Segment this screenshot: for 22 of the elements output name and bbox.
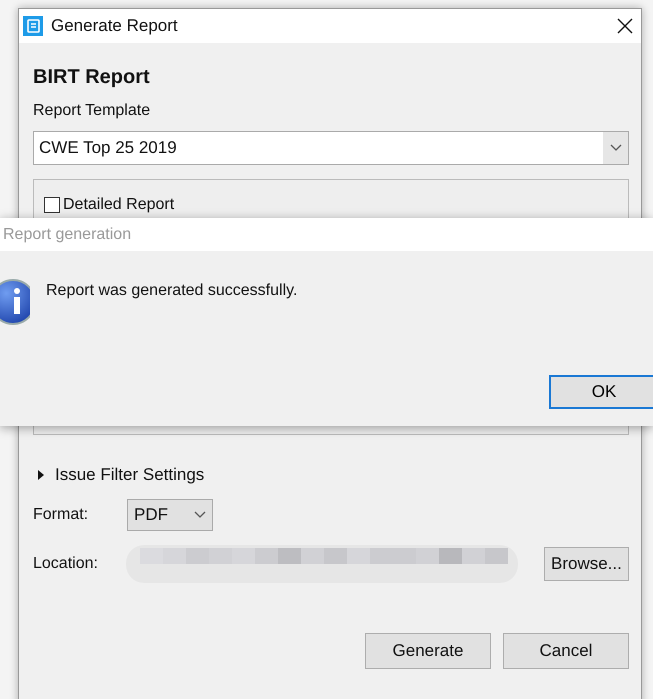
message-text: Report was generated successfully.: [46, 282, 298, 300]
location-label: Location:: [33, 555, 99, 573]
dialog-button[interactable]: Generate: [365, 633, 491, 669]
close-icon[interactable]: [617, 18, 633, 34]
app-icon: [23, 16, 43, 36]
chevron-down-icon: [610, 144, 622, 152]
info-icon: [0, 279, 30, 325]
format-dropdown[interactable]: PDF: [127, 499, 213, 531]
checkbox[interactable]: [44, 197, 60, 213]
format-label: Format:: [33, 506, 90, 524]
template-dropdown[interactable]: CWE Top 25 2019: [33, 131, 629, 165]
browse-button[interactable]: Browse...: [544, 547, 629, 581]
filter-section-toggle[interactable]: Issue Filter Settings: [33, 465, 629, 485]
ok-button[interactable]: OK: [549, 375, 653, 409]
dialog-button[interactable]: Cancel: [503, 633, 629, 669]
checkbox-label: Detailed Report: [63, 196, 174, 214]
section-heading: BIRT Report: [33, 66, 151, 89]
template-label: Report Template: [33, 102, 152, 120]
expand-arrow-icon: [37, 470, 45, 480]
chevron-down-icon: [194, 511, 206, 519]
window-title: Generate Report: [51, 16, 179, 36]
message-title: Report generation: [3, 226, 132, 244]
